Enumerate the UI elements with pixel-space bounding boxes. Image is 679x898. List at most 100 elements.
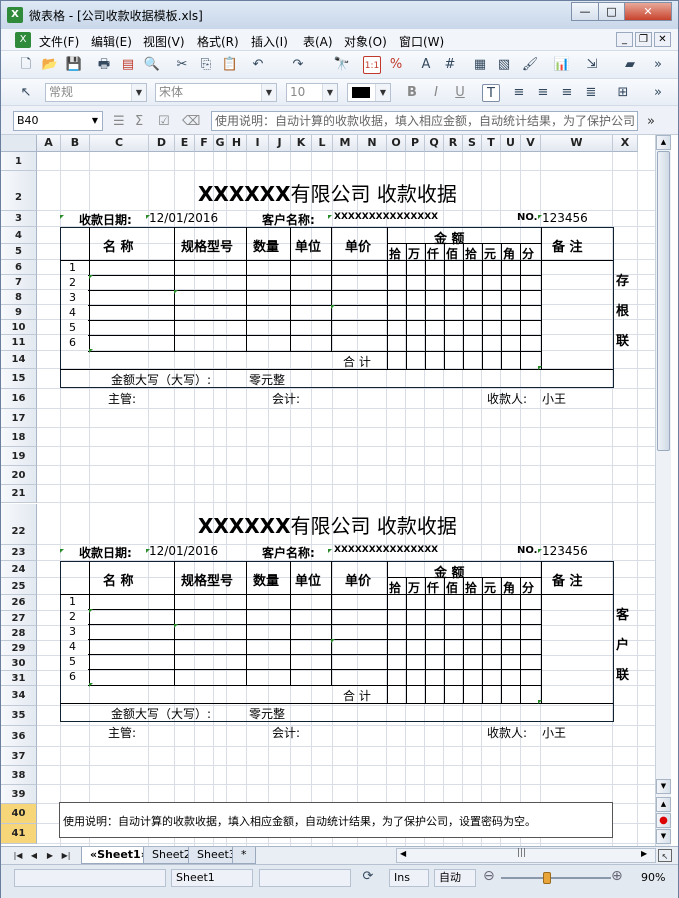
textbox-icon[interactable]: A xyxy=(417,56,435,74)
date-value[interactable]: 12/01/2016 xyxy=(149,211,218,225)
menu-insert[interactable]: 插入(I) xyxy=(251,33,288,50)
align-left-icon[interactable]: ≡ xyxy=(510,84,528,102)
row-header-5[interactable]: 5 xyxy=(1,244,37,260)
doc-close-button[interactable]: ✕ xyxy=(654,32,671,47)
prev-page-icon[interactable]: ▲ xyxy=(656,797,671,812)
name-box[interactable]: B40 ▼ xyxy=(13,111,103,131)
undo-icon[interactable]: ↶ xyxy=(249,56,267,74)
row-header-14[interactable]: 14 xyxy=(1,351,37,369)
status-insert-mode[interactable]: Ins xyxy=(389,869,429,887)
zoom-slider-track[interactable] xyxy=(501,877,611,879)
row-header-15[interactable]: 15 xyxy=(1,369,37,389)
column-header-i[interactable]: I xyxy=(247,135,269,152)
split-view-icon[interactable]: ↖ xyxy=(658,849,672,862)
number-format-select[interactable]: 常规 ▼ xyxy=(45,83,147,102)
column-header-k[interactable]: K xyxy=(291,135,312,152)
row-header-22[interactable]: 22 xyxy=(1,504,37,545)
bold-icon[interactable]: B xyxy=(403,84,421,102)
scroll-thumb[interactable] xyxy=(657,151,670,451)
row-header-8[interactable]: 8 xyxy=(1,290,37,305)
row-header-23[interactable]: 23 xyxy=(1,545,37,561)
redo-icon[interactable]: ↷ xyxy=(289,56,307,74)
row-header-28[interactable]: 28 xyxy=(1,626,37,641)
chart-icon[interactable]: 📊 xyxy=(553,56,571,74)
next-sheet-icon[interactable]: ▶ xyxy=(43,849,57,862)
last-sheet-icon[interactable]: ▶| xyxy=(59,849,73,862)
status-calc-mode[interactable]: 自动 xyxy=(434,869,476,887)
zoom-icon[interactable]: % xyxy=(387,56,405,74)
usage-note-textbox[interactable]: 使用说明：自动计算的收款收据，填入相应金额，自动统计结果，为了保护公司，设置密码… xyxy=(59,802,613,838)
column-header-f[interactable]: F xyxy=(195,135,214,152)
row-header-31[interactable]: 31 xyxy=(1,671,37,686)
row-header-2[interactable]: 2 xyxy=(1,171,37,211)
italic-icon[interactable]: I xyxy=(427,84,445,102)
formula-overflow-icon[interactable]: » xyxy=(647,114,655,129)
formula-input[interactable]: 使用说明：自动计算的收款收据，填入相应金额，自动统计结果，为了保护公司 xyxy=(211,111,638,131)
row-header-38[interactable]: 38 xyxy=(1,766,37,785)
payee-value[interactable]: 小王 xyxy=(542,390,566,407)
sum-icon[interactable]: Σ xyxy=(135,114,143,129)
first-sheet-icon[interactable]: |◀ xyxy=(11,849,25,862)
row-header-19[interactable]: 19 xyxy=(1,447,37,466)
row-header-1[interactable]: 1 xyxy=(1,152,37,171)
menu-file[interactable]: 文件(F) xyxy=(39,33,79,50)
insert-object-icon[interactable]: ⇲ xyxy=(583,56,601,74)
row-header-7[interactable]: 7 xyxy=(1,275,37,290)
row-header-10[interactable]: 10 xyxy=(1,320,37,335)
print-preview-icon[interactable]: 🔍 xyxy=(143,56,161,74)
column-header-s[interactable]: S xyxy=(463,135,482,152)
row-header-30[interactable]: 30 xyxy=(1,656,37,671)
select-browse-object-icon[interactable]: ● xyxy=(656,813,671,828)
row-header-36[interactable]: 36 xyxy=(1,726,37,747)
amount-words-value[interactable]: 零元整 xyxy=(249,705,285,722)
scroll-up-icon[interactable]: ▲ xyxy=(656,135,671,150)
zoom-out-icon[interactable]: ⊖ xyxy=(483,868,495,884)
column-header-g[interactable]: G xyxy=(214,135,227,152)
column-header-u[interactable]: U xyxy=(501,135,521,152)
justify-icon[interactable]: ≣ xyxy=(582,84,600,102)
cut-icon[interactable]: ✂ xyxy=(173,56,191,74)
row-header-41[interactable]: 41 xyxy=(1,824,37,844)
database-icon[interactable]: ▰ xyxy=(621,56,639,74)
row-header-18[interactable]: 18 xyxy=(1,428,37,447)
column-header-n[interactable]: N xyxy=(358,135,387,152)
row-header-11[interactable]: 11 xyxy=(1,335,37,351)
horizontal-scrollbar[interactable]: ◀ ||| ▶ xyxy=(396,848,656,863)
row-header-4[interactable]: 4 xyxy=(1,227,37,244)
column-header-m[interactable]: M xyxy=(333,135,358,152)
no-value[interactable]: 123456 xyxy=(542,211,588,225)
accept-formula-icon[interactable]: ☑ xyxy=(158,114,170,129)
doc-restore-button[interactable]: ❐ xyxy=(635,32,652,47)
column-header-x[interactable]: X xyxy=(613,135,638,152)
column-header-a[interactable]: A xyxy=(37,135,61,152)
find-icon[interactable]: 🔭 xyxy=(333,56,351,74)
column-header-q[interactable]: Q xyxy=(425,135,444,152)
vertical-scrollbar[interactable]: ▲ ▼ ▲ ● ▼ xyxy=(655,135,671,846)
paste-icon[interactable]: 📋 xyxy=(221,56,239,74)
close-button[interactable]: ✕ xyxy=(624,2,672,21)
menu-table[interactable]: 表(A) xyxy=(303,33,333,50)
document-icon[interactable]: X xyxy=(15,32,31,48)
grid-icon[interactable]: # xyxy=(441,56,459,74)
add-sheet-tab[interactable]: * xyxy=(232,847,256,864)
copy-icon[interactable]: ⎘ xyxy=(197,56,215,74)
row-header-21[interactable]: 21 xyxy=(1,485,37,503)
row-header-3[interactable]: 3 xyxy=(1,211,37,227)
menu-format[interactable]: 格式(R) xyxy=(197,33,239,50)
select-pointer-icon[interactable]: ↖ xyxy=(17,84,35,102)
column-header-c[interactable]: C xyxy=(90,135,149,152)
row-header-26[interactable]: 26 xyxy=(1,595,37,611)
row-header-40[interactable]: 40 xyxy=(1,804,37,824)
row-header-39[interactable]: 39 xyxy=(1,785,37,804)
table-icon[interactable]: ▦ xyxy=(471,56,489,74)
minimize-button[interactable]: — xyxy=(571,2,599,21)
no-value[interactable]: 123456 xyxy=(542,544,588,558)
doc-minimize-button[interactable]: _ xyxy=(616,32,633,47)
column-header-t[interactable]: T xyxy=(482,135,501,152)
scroll-down-icon[interactable]: ▼ xyxy=(656,779,671,794)
row-header-25[interactable]: 25 xyxy=(1,578,37,595)
toolbar-overflow-icon[interactable]: » xyxy=(649,84,667,102)
column-header-r[interactable]: R xyxy=(444,135,463,152)
row-header-20[interactable]: 20 xyxy=(1,466,37,485)
spreadsheet-grid[interactable]: ABCDEFGHIJKLMNOPQRSTUVWX 1 2 3 4 5 6 7 8 9 10 11 14… xyxy=(1,135,678,846)
